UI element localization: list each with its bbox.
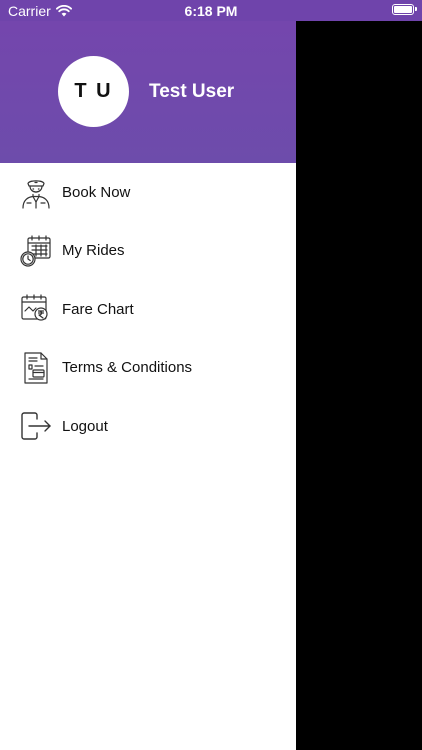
drawer-dim-overlay[interactable] <box>296 21 422 750</box>
navigation-drawer: T U Test User Book Now My Rides Fare Cha… <box>0 21 296 750</box>
drawer-menu: Book Now My Rides Fare Chart Terms & Con… <box>0 163 296 456</box>
avatar[interactable]: T U <box>58 56 129 127</box>
menu-item-fare-chart[interactable]: Fare Chart <box>0 280 296 339</box>
menu-item-terms-conditions[interactable]: Terms & Conditions <box>0 339 296 398</box>
logout-icon <box>21 412 51 440</box>
user-name: Test User <box>149 81 235 102</box>
driver-icon <box>22 180 50 209</box>
status-bar: Carrier 6:18 PM <box>0 0 422 21</box>
menu-item-book-now[interactable]: Book Now <box>0 163 296 222</box>
status-time: 6:18 PM <box>184 3 238 19</box>
menu-item-my-rides[interactable]: My Rides <box>0 222 296 281</box>
menu-label-logout: Logout <box>62 417 108 435</box>
menu-label-terms-conditions: Terms & Conditions <box>62 359 193 377</box>
menu-label-fare-chart: Fare Chart <box>62 300 134 318</box>
menu-label-my-rides: My Rides <box>62 242 125 260</box>
document-icon <box>24 352 48 384</box>
drawer-header: T U Test User <box>0 21 296 163</box>
battery-icon <box>392 4 417 15</box>
calendar-clock-icon <box>20 235 51 267</box>
calendar-rupee-icon <box>21 294 48 321</box>
menu-item-logout[interactable]: Logout <box>0 397 296 456</box>
menu-label-book-now: Book Now <box>62 183 131 201</box>
